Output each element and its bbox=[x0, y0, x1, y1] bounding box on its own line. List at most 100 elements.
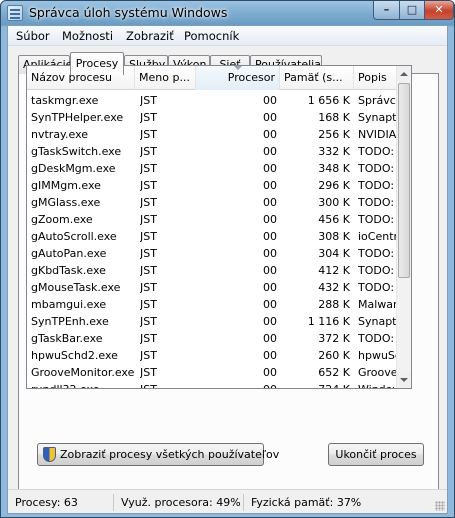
scroll-thumb[interactable] bbox=[398, 83, 410, 278]
user-name-cell: JST bbox=[140, 247, 157, 260]
tab-procesy[interactable]: Procesy bbox=[70, 52, 124, 75]
description-cell: TODO: < bbox=[358, 162, 399, 175]
memory-cell: 296 K bbox=[318, 179, 350, 192]
cpu-cell: 00 bbox=[263, 179, 277, 192]
cpu-cell: 00 bbox=[263, 94, 277, 107]
column-header-description[interactable]: Popis bbox=[354, 66, 399, 90]
table-row[interactable]: gDeskMgm.exe JST 00 348 K TODO: < bbox=[27, 160, 399, 177]
table-row[interactable]: gZoom.exe JST 00 456 K TODO: < bbox=[27, 211, 399, 228]
description-cell: Správca bbox=[358, 94, 399, 107]
process-name-cell: gZoom.exe bbox=[31, 213, 93, 226]
table-row[interactable]: gIMMgm.exe JST 00 296 K TODO: < bbox=[27, 177, 399, 194]
process-name-cell: gKbdTask.exe bbox=[31, 264, 106, 277]
status-memory-usage: Fyzická pamäť: 37% bbox=[251, 496, 362, 509]
user-name-cell: JST bbox=[140, 332, 157, 345]
process-name-cell: gMouseTask.exe bbox=[31, 281, 121, 294]
table-row[interactable]: taskmgr.exe JST 00 1 656 K Správca bbox=[27, 92, 399, 109]
show-all-users-button[interactable]: Zobraziť procesy všetkých používateľov bbox=[37, 443, 279, 466]
vertical-scrollbar[interactable] bbox=[396, 66, 411, 388]
memory-cell: 412 K bbox=[318, 264, 350, 277]
user-name-cell: JST bbox=[140, 315, 157, 328]
description-cell: Synaptic bbox=[358, 315, 399, 328]
table-row[interactable]: gMGlass.exe JST 00 300 K TODO: < bbox=[27, 194, 399, 211]
minimize-button[interactable]: – bbox=[373, 1, 400, 20]
memory-cell: 456 K bbox=[318, 213, 350, 226]
table-row[interactable]: mbamgui.exe JST 00 288 K Malware bbox=[27, 296, 399, 313]
cpu-cell: 00 bbox=[263, 298, 277, 311]
memory-cell: 332 K bbox=[318, 145, 350, 158]
user-name-cell: JST bbox=[140, 162, 157, 175]
description-cell: Malware bbox=[358, 298, 399, 311]
user-name-cell: JST bbox=[140, 349, 157, 362]
process-list[interactable]: Názov procesu Meno p... Procesor Pamäť (… bbox=[26, 65, 412, 389]
user-name-cell: JST bbox=[140, 111, 157, 124]
table-row[interactable]: GrooveMonitor.exe JST 00 652 K GrooveM bbox=[27, 364, 399, 381]
user-name-cell: JST bbox=[140, 281, 157, 294]
process-name-cell: gTaskSwitch.exe bbox=[31, 145, 122, 158]
table-row[interactable]: gTaskSwitch.exe JST 00 332 K TODO: < bbox=[27, 143, 399, 160]
description-cell: Window bbox=[358, 381, 399, 388]
memory-cell: 288 K bbox=[318, 298, 350, 311]
close-button[interactable]: ✕ bbox=[424, 1, 454, 20]
user-name-cell: JST bbox=[140, 366, 157, 379]
table-row[interactable]: gMouseTask.exe JST 00 432 K TODO: < bbox=[27, 279, 399, 296]
cpu-cell: 00 bbox=[263, 332, 277, 345]
menu-zobrazit[interactable]: Zobraziť bbox=[122, 29, 178, 43]
memory-cell: 652 K bbox=[318, 366, 350, 379]
cpu-cell: 00 bbox=[263, 213, 277, 226]
user-name-cell: JST bbox=[140, 128, 157, 141]
table-row[interactable]: gTaskBar.exe JST 00 372 K TODO: < bbox=[27, 330, 399, 347]
process-name-cell: GrooveMonitor.exe bbox=[31, 366, 135, 379]
scroll-up-button[interactable] bbox=[397, 66, 411, 82]
table-row[interactable]: gAutoPan.exe JST 00 304 K TODO: < bbox=[27, 245, 399, 262]
memory-cell: 1 656 K bbox=[307, 94, 350, 107]
description-cell: TODO: < bbox=[358, 264, 399, 277]
process-rows: taskmgr.exe JST 00 1 656 K Správca SynTPHelpe… bbox=[27, 92, 399, 388]
show-all-users-label: Zobraziť procesy všetkých používateľov bbox=[60, 448, 280, 461]
table-row[interactable]: gKbdTask.exe JST 00 412 K TODO: < bbox=[27, 262, 399, 279]
column-header-cpu[interactable]: Procesor bbox=[196, 66, 280, 90]
process-name-cell: gDeskMgm.exe bbox=[31, 162, 116, 175]
menu-bar: Súbor Možnosti Zobraziť Pomocník bbox=[8, 26, 447, 46]
cpu-cell: 00 bbox=[263, 196, 277, 209]
process-name-cell: taskmgr.exe bbox=[31, 94, 99, 107]
table-row[interactable]: nvtray.exe JST 00 256 K NVIDIA bbox=[27, 126, 399, 143]
menu-moznosti[interactable]: Možnosti bbox=[58, 29, 117, 43]
memory-cell: 372 K bbox=[318, 332, 350, 345]
process-name-cell: nvtray.exe bbox=[31, 128, 89, 141]
table-row[interactable]: SynTPEnh.exe JST 00 1 116 K Synaptic bbox=[27, 313, 399, 330]
cpu-cell: 00 bbox=[263, 145, 277, 158]
scroll-down-button[interactable] bbox=[397, 372, 411, 388]
cpu-cell: 00 bbox=[263, 366, 277, 379]
memory-cell: 432 K bbox=[318, 281, 350, 294]
table-row[interactable]: rundll32.exe JST 00724 K Window bbox=[27, 381, 399, 388]
resize-grip-icon[interactable] bbox=[435, 501, 445, 511]
column-header-user[interactable]: Meno p... bbox=[135, 66, 196, 90]
status-process-count: Procesy: 63 bbox=[12, 494, 114, 511]
title-bar[interactable]: Správca úloh systému Windows – □ ✕ bbox=[1, 1, 454, 25]
column-header-memory[interactable]: Pamäť (s... bbox=[280, 66, 354, 90]
menu-pomocnik[interactable]: Pomocník bbox=[180, 29, 243, 43]
description-cell: TODO: < bbox=[358, 145, 399, 158]
table-row[interactable]: gAutoScroll.exe JST 00 308 K ioCentre bbox=[27, 228, 399, 245]
cpu-cell: 00 bbox=[263, 128, 277, 141]
maximize-button[interactable]: □ bbox=[399, 1, 425, 20]
table-row[interactable]: SynTPHelper.exe JST 00 168 K Synaptic bbox=[27, 109, 399, 126]
memory-cell: 724 K bbox=[282, 381, 352, 388]
user-name-cell: JST bbox=[140, 94, 157, 107]
description-cell: Synaptic bbox=[358, 111, 399, 124]
user-name-cell: JST bbox=[140, 145, 157, 158]
menu-subor[interactable]: Súbor bbox=[12, 29, 54, 43]
table-row[interactable]: hpwuSchd2.exe JST 00 260 K hpwuSch bbox=[27, 347, 399, 364]
user-name-cell: JST bbox=[140, 264, 157, 277]
window-client-area: Súbor Možnosti Zobraziť Pomocník Aplikác… bbox=[7, 25, 448, 514]
process-name-cell: hpwuSchd2.exe bbox=[31, 349, 118, 362]
process-name-cell: SynTPEnh.exe bbox=[31, 315, 109, 328]
cpu-cell: 00 bbox=[263, 230, 277, 243]
process-name-cell: SynTPHelper.exe bbox=[31, 111, 124, 124]
process-name-cell: mbamgui.exe bbox=[31, 298, 107, 311]
cpu-cell: 00 bbox=[201, 381, 279, 388]
uac-shield-icon bbox=[43, 447, 56, 462]
description-cell: TODO: < bbox=[358, 247, 399, 260]
end-process-button[interactable]: Ukončiť proces bbox=[328, 443, 424, 466]
